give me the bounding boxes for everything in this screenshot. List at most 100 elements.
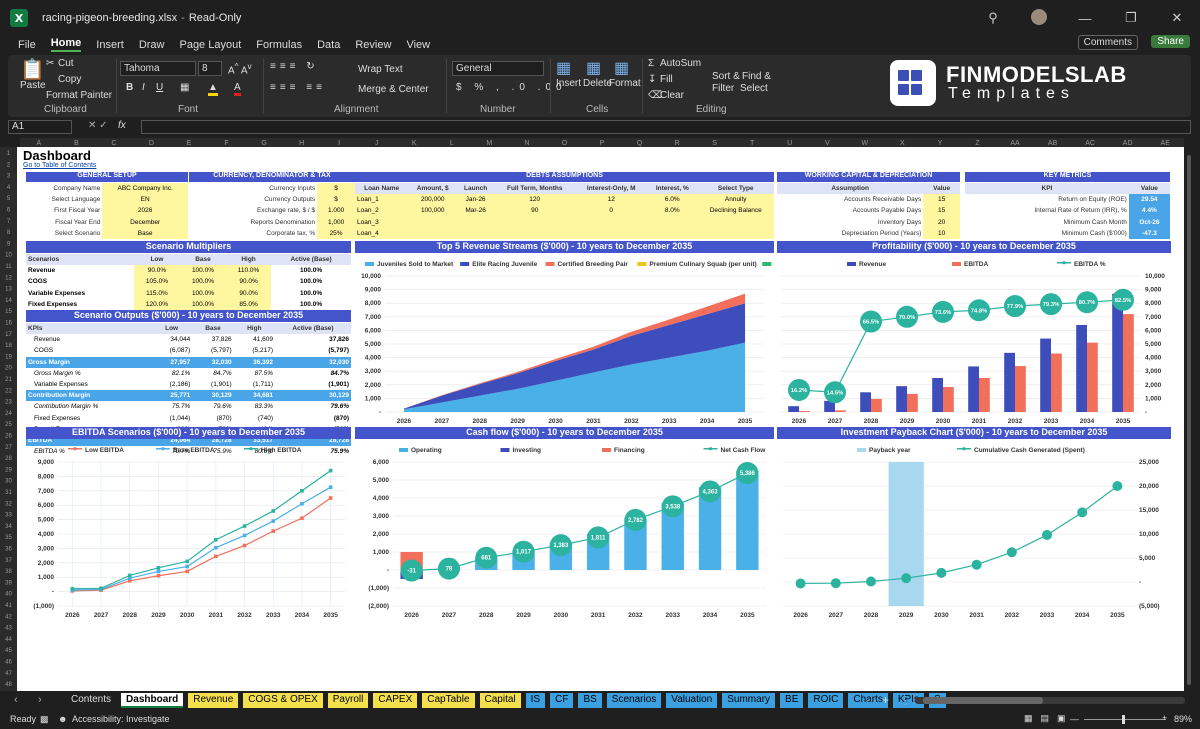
menu-insert[interactable]: Insert [96, 39, 124, 52]
table-row: Corporate tax, % 25% [189, 227, 355, 239]
y-tick-label: 5,000 [1145, 341, 1162, 348]
font-name-select[interactable]: Tahoma [120, 61, 196, 76]
avatar[interactable] [1016, 8, 1062, 28]
vertical-scrollbar[interactable] [1185, 147, 1193, 691]
menu-formulas[interactable]: Formulas [256, 39, 302, 52]
sheet-tab[interactable]: CF [550, 693, 574, 708]
column-header: Interest-Only, M [575, 183, 648, 195]
worksheet[interactable]: Dashboard Go to Table of Contents GENERA… [17, 147, 1184, 691]
macro-recording-icon[interactable]: ▩ [40, 714, 49, 725]
formula-input[interactable] [141, 120, 1191, 134]
sheet-tab[interactable]: COGS & OPEX [243, 693, 323, 708]
prev-sheet-icon[interactable]: ‹ [14, 694, 18, 706]
paste-icon[interactable]: 📋 [20, 57, 45, 82]
accessibility-status[interactable]: Accessibility: Investigate [72, 714, 170, 724]
minimize-icon[interactable]: — [1062, 11, 1108, 26]
restore-icon[interactable]: ❐ [1108, 10, 1154, 26]
name-box[interactable]: A1 [8, 120, 72, 134]
share-button[interactable]: Share [1151, 35, 1190, 48]
delete-button[interactable]: Delete [583, 78, 612, 89]
payback-chart: (5,000) - 5,000 10,000 15,000 20,000 25,000 202… [783, 447, 1160, 619]
menu-home[interactable]: Home [50, 37, 82, 52]
paste-button[interactable]: Paste [20, 80, 46, 91]
view-mode-icons[interactable]: ▦▤▣ [1024, 713, 1074, 724]
ebitda-pct-label: 16.2% [791, 388, 807, 394]
menu-page-layout[interactable]: Page Layout [179, 39, 241, 52]
italic-icon[interactable]: I [142, 82, 145, 93]
cut-button[interactable]: Cut [58, 58, 74, 69]
sheet-tab[interactable]: BS [578, 693, 602, 708]
format-painter-button[interactable]: Format Painter [46, 90, 112, 101]
menu-draw[interactable]: Draw [139, 39, 165, 52]
delete-cells-icon[interactable]: ▦ [586, 58, 601, 78]
clear-button[interactable]: Clear [660, 90, 684, 101]
cut-icon[interactable]: ✂ [46, 58, 54, 69]
net-cash-label: 681 [481, 556, 492, 562]
close-icon[interactable]: ✕ [1154, 10, 1200, 26]
autosum-button[interactable]: AutoSum [660, 58, 701, 69]
toc-link[interactable]: Go to Table of Contents [23, 162, 96, 169]
sheet-tab[interactable]: Capital [479, 693, 521, 708]
font-grow-icon[interactable]: A^ Av [228, 61, 252, 76]
zoom-out-icon[interactable]: — [1070, 714, 1079, 724]
sheet-tab[interactable]: Revenue [188, 693, 239, 708]
format-cells-icon[interactable]: ▦ [614, 58, 629, 78]
sheet-tab[interactable]: Dashboard [121, 693, 184, 708]
font-size-select[interactable]: 8 [198, 61, 222, 76]
menu-view[interactable]: View [406, 39, 430, 52]
filter-button[interactable]: Filter [712, 83, 734, 94]
insert-cells-icon[interactable]: ▦ [556, 58, 571, 78]
align-top-icons[interactable]: ≡≡≡ ↻ [270, 61, 319, 72]
row-label: Accounts Payable Days [852, 207, 922, 215]
column-header-label: G [261, 140, 266, 147]
copy-button[interactable]: Copy [58, 74, 81, 85]
borders-icon[interactable]: ▦ [180, 82, 189, 93]
underline-icon[interactable]: U [156, 82, 163, 93]
next-sheet-icon[interactable]: › [38, 694, 42, 706]
fill-icon[interactable]: ↧ [648, 74, 656, 85]
bold-icon[interactable]: B [126, 82, 133, 93]
autosum-icon[interactable]: Σ [648, 58, 654, 69]
sheet-tab[interactable]: Summary [722, 693, 776, 708]
output-cell: 41,609 [253, 336, 273, 344]
format-button[interactable]: Format [609, 78, 641, 89]
comments-button[interactable]: Comments [1077, 35, 1138, 50]
menu-file[interactable]: File [18, 39, 36, 52]
sheet-tab[interactable]: Valuation [666, 693, 718, 708]
sheet-tab[interactable]: CapTable [422, 693, 475, 708]
menu-review[interactable]: Review [355, 39, 391, 52]
fill-color-icon[interactable]: ▲ [208, 82, 218, 96]
font-color-icon[interactable]: A [234, 82, 241, 96]
horizontal-scrollbar[interactable] [915, 697, 1185, 704]
sheet-tab[interactable]: BE [780, 693, 804, 708]
wrap-text-button[interactable]: Wrap Text [358, 64, 403, 75]
menu-data[interactable]: Data [317, 39, 340, 52]
sheet-tab[interactable]: IS [525, 693, 546, 708]
revenue-chart: - 1,000 2,000 3,000 4,000 5,000 6,000 7,000 8,00… [361, 261, 772, 425]
more-sheets-icon[interactable]: ⋯ [866, 694, 877, 707]
fill-button[interactable]: Fill [660, 74, 673, 85]
sheet-tab[interactable]: Scenarios [606, 693, 662, 708]
cancel-confirm-icons[interactable]: ✕ ✓ [88, 120, 108, 131]
select-button[interactable]: Select [740, 83, 768, 94]
sheet-options-icon[interactable]: ⋮ [900, 694, 911, 707]
align-left-icons[interactable]: ≡≡≡ ≡≡ [270, 82, 326, 93]
y-tick-label: 9,000 [365, 287, 382, 294]
zoom-slider[interactable] [1084, 715, 1166, 724]
table-row: Contribution Margin 25,771 30,129 34,681 30,… [26, 390, 351, 402]
sheet-tab[interactable]: Contents [66, 693, 117, 708]
fx-icon[interactable]: fx [118, 120, 126, 131]
sort-button[interactable]: Sort & [712, 71, 740, 82]
find-button[interactable]: Find & [742, 71, 771, 82]
search-icon[interactable]: ⚲ [970, 10, 1016, 26]
add-sheet-icon[interactable]: + [882, 693, 889, 707]
insert-button[interactable]: Insert [556, 78, 581, 89]
merge-center-button[interactable]: Merge & Center [358, 84, 429, 95]
zoom-level[interactable]: 89% [1174, 714, 1192, 724]
zoom-in-icon[interactable]: + [1162, 713, 1167, 723]
sheet-tab[interactable]: ROIC [808, 693, 844, 708]
accessibility-icon[interactable]: ☻ [58, 714, 67, 724]
sheet-tab[interactable]: CAPEX [373, 693, 418, 708]
number-format-select[interactable]: General [452, 61, 544, 76]
sheet-tab[interactable]: Payroll [327, 693, 369, 708]
